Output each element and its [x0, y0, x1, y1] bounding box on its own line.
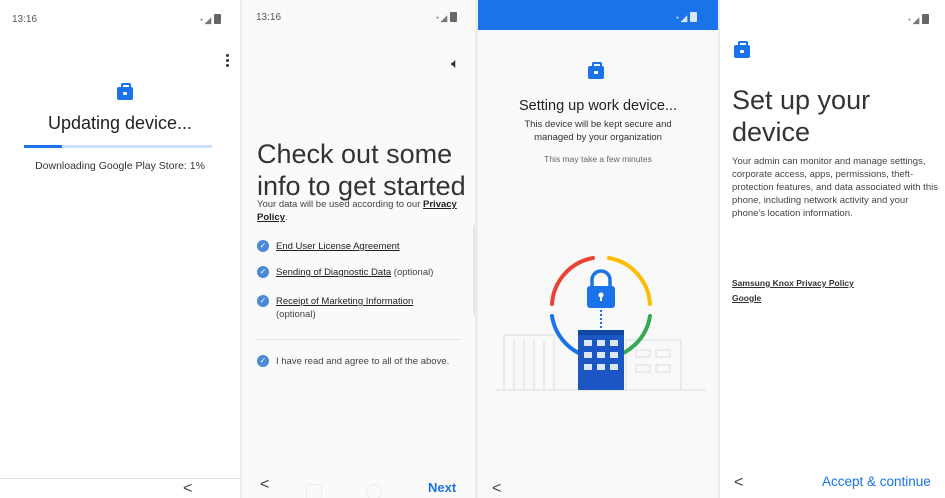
item-suffix: (optional): [276, 309, 316, 320]
speaker-icon[interactable]: 🔈︎: [451, 55, 459, 72]
setup-work-device-screen: ◔◢ Setting up work device... This device…: [478, 0, 718, 498]
page-title: Updating device...: [47, 113, 193, 133]
battery-icon: [450, 12, 458, 22]
nav-divider: [0, 478, 240, 479]
divider: [257, 339, 462, 340]
status-icons: ◔◢: [906, 14, 930, 26]
back-arrow-icon[interactable]: <: [734, 474, 743, 492]
back-arrow-icon[interactable]: <: [183, 480, 192, 498]
status-time: 13:16: [12, 14, 38, 25]
samsung-knox-privacy-link[interactable]: Samsung Knox Privacy Policy: [732, 278, 854, 288]
setup-device-screen: ◔◢ Set up your device Your admin can mon…: [720, 0, 945, 498]
list-item-diagnostic: Sending of Diagnostic Data (optional): [276, 266, 466, 279]
list-item-marketing: Receipt of Marketing Information (optiona…: [276, 295, 466, 321]
agree-all-label[interactable]: I have read and agree to all of the abov…: [276, 355, 466, 368]
privacy-notice: Your data will be used according to our …: [257, 198, 465, 224]
updating-device-screen: 13:16 ◔◢ Updating device... Downloading …: [0, 0, 240, 498]
next-button[interactable]: Next: [428, 480, 456, 495]
battery-icon: [690, 12, 698, 22]
diagnostic-data-link[interactable]: Sending of Diagnostic Data: [276, 267, 391, 278]
status-time: 13:16: [256, 12, 282, 23]
google-privacy-link[interactable]: Google: [732, 293, 761, 303]
overflow-menu-icon[interactable]: [226, 54, 230, 69]
item-suffix: (optional): [391, 267, 434, 278]
privacy-period: .: [285, 212, 288, 223]
progress-label: Downloading Google Play Store: 1%: [35, 160, 205, 172]
accept-continue-button[interactable]: Accept & continue: [822, 474, 931, 489]
wifi-signal-icon: ◔◢: [434, 13, 449, 23]
back-arrow-icon[interactable]: <: [260, 476, 269, 494]
nav-hint: [366, 484, 382, 498]
check-circle-icon[interactable]: ✓: [257, 295, 269, 307]
nav-hint: [306, 484, 322, 498]
check-circle-icon[interactable]: ✓: [257, 266, 269, 278]
wifi-signal-icon: ◔◢: [674, 13, 689, 23]
privacy-text: Your data will be used according to our: [257, 199, 424, 210]
back-arrow-icon[interactable]: <: [492, 480, 501, 498]
lock-icon: [587, 269, 615, 308]
subtitle: This device will be kept secure and mana…: [524, 119, 672, 143]
briefcase-icon: [734, 41, 750, 58]
wait-note: This may take a few minutes: [544, 154, 652, 164]
briefcase-icon: [588, 62, 604, 79]
battery-icon: [214, 14, 222, 24]
wifi-signal-icon: ◔◢: [906, 15, 921, 25]
battery-icon: [922, 14, 930, 24]
status-bar: ◔◢: [478, 0, 718, 30]
check-circle-icon[interactable]: ✓: [257, 355, 269, 367]
eula-link[interactable]: End User License Agreement: [276, 241, 400, 252]
admin-notice: Your admin can monitor and manage settin…: [732, 156, 938, 219]
page-title: Setting up work device...: [519, 98, 677, 114]
progress-bar: [24, 145, 212, 148]
setup-illustration: [496, 256, 706, 391]
briefcase-icon: [117, 83, 133, 100]
status-icons: ◔◢: [198, 14, 222, 26]
page-title: Set up your device: [732, 85, 871, 147]
progress-fill: [24, 145, 62, 148]
status-icons: ◔◢: [674, 12, 698, 24]
page-title: Check out some info to get started: [257, 139, 466, 201]
check-circle-icon[interactable]: ✓: [257, 240, 269, 252]
status-icons: ◔◢: [434, 12, 458, 24]
terms-screen: 13:16 ◔◢ 🔈︎ Check out some info to get s…: [242, 0, 475, 498]
list-item-eula: End User License Agreement: [276, 240, 466, 253]
marketing-info-link[interactable]: Receipt of Marketing Information: [276, 296, 413, 307]
wifi-signal-icon: ◔◢: [198, 15, 213, 25]
